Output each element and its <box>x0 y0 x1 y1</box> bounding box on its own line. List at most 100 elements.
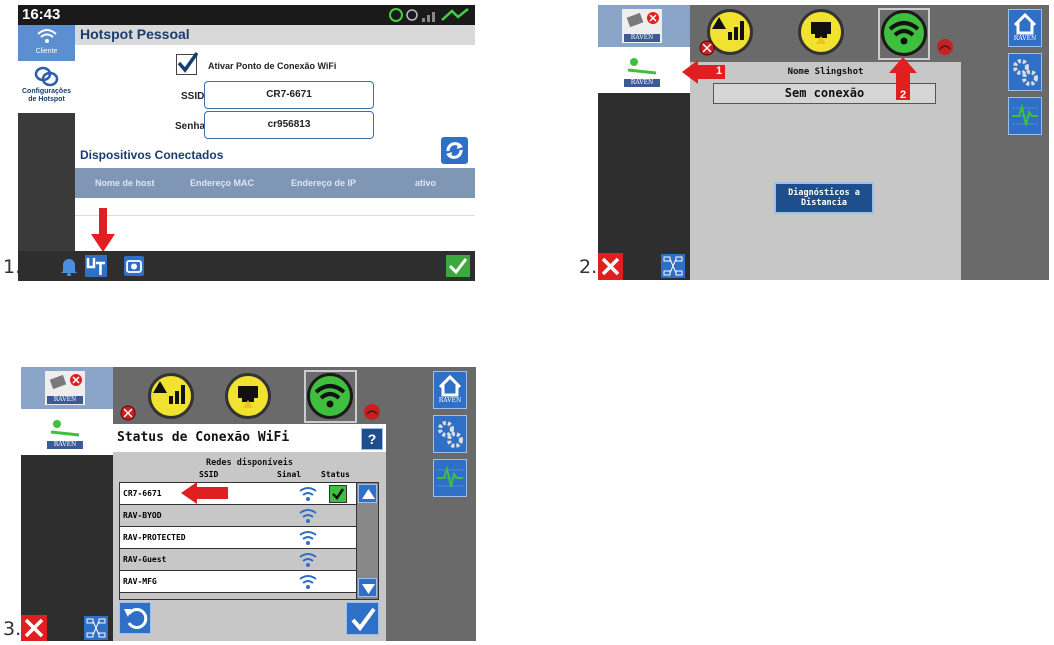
wifi-icon <box>37 29 57 43</box>
wifi-checkbox[interactable] <box>176 51 198 75</box>
link-icon <box>34 66 59 87</box>
network-row[interactable]: RAV-BYOD <box>120 505 356 527</box>
network-ssid: RAV-Guest <box>123 555 167 564</box>
network-map-button[interactable] <box>661 254 685 278</box>
close-icon <box>24 618 44 638</box>
home-button[interactable]: RAVEN <box>1008 9 1042 47</box>
cellular-warning-icon <box>712 17 744 40</box>
settings-button[interactable] <box>1008 53 1042 91</box>
satellite-icon <box>49 374 82 390</box>
raven-logo: RAVEN <box>47 396 83 404</box>
ethernet-status-button[interactable] <box>225 373 271 419</box>
connected-status-check <box>329 485 347 503</box>
status-bar: 16:43 <box>18 5 475 25</box>
password-label: Senha <box>175 121 206 132</box>
network-ssid: RAV-MFG <box>123 577 157 586</box>
cellular-warning-icon <box>153 381 185 404</box>
sidebar-item-diagnostics[interactable]: RAVEN <box>598 5 690 47</box>
raven-logo: RAVEN <box>47 441 83 449</box>
check-icon <box>177 51 198 73</box>
camera-icon <box>126 260 142 273</box>
sidebar-item-hotspot-config[interactable]: Configurações de Hotspot <box>18 61 75 113</box>
camera-button[interactable] <box>124 256 144 276</box>
scrollbar[interactable] <box>356 482 379 600</box>
column-header: Endereço de IP <box>291 178 357 188</box>
remote-diagnostics-button[interactable]: Diagnósticos a Distancia <box>774 182 874 214</box>
networks-list: CR7-6671 RAV-BYOD RAV-PROTECTED RAV-Gues… <box>119 482 357 600</box>
back-button[interactable] <box>119 602 151 634</box>
password-field[interactable]: cr956813 <box>204 111 374 139</box>
sidebar-item-slingshot[interactable]: RAVEN <box>598 47 690 93</box>
dialog: Status de Conexão WiFi ? Redes disponíve… <box>113 424 386 641</box>
home-icon <box>1013 12 1037 35</box>
connected-devices-title: Dispositivos Conectados <box>80 148 224 162</box>
network-row[interactable]: RAV-Guest <box>120 549 356 571</box>
undo-icon <box>124 608 148 629</box>
wifi-status-button[interactable] <box>881 10 927 56</box>
wifi-signal-icon <box>299 509 317 523</box>
close-icon <box>601 257 620 276</box>
page-title: Hotspot Pessoal <box>80 26 190 42</box>
universal-terminal-button[interactable] <box>85 255 107 277</box>
column-header: Status <box>321 470 350 479</box>
devices-table-header: Nome de host Endereço MAC Endereço de IP… <box>75 168 475 198</box>
wifi-signal-icon <box>299 531 317 545</box>
refresh-icon <box>446 142 463 159</box>
refresh-button[interactable] <box>441 137 468 164</box>
column-header: Nome de host <box>95 178 155 188</box>
wifi-signal-icon <box>299 487 317 501</box>
wifi-status-button[interactable] <box>307 373 353 419</box>
arrow-number-1: 1 <box>716 65 723 77</box>
diagnostics-graph-button[interactable] <box>433 459 467 497</box>
sidebar-item-label: Configurações de Hotspot <box>21 88 71 103</box>
hotspot-screen: 16:43 Cliente Configurações de Hotspot H… <box>18 5 475 281</box>
slingshot-name-label: Nome Slingshot <box>787 67 864 77</box>
confirm-button[interactable] <box>346 602 379 635</box>
ssid-field[interactable]: CR7-6671 <box>204 81 374 109</box>
no-signal-icon <box>364 404 380 420</box>
diagnostics-graph-button[interactable] <box>1008 97 1042 135</box>
arrow-number-2: 2 <box>900 89 907 101</box>
wifi-icon <box>888 21 920 45</box>
raven-logo: RAVEN <box>624 79 660 87</box>
network-row[interactable]: CR7-6671 <box>120 483 356 505</box>
bell-icon[interactable] <box>59 256 79 276</box>
settings-button[interactable] <box>433 415 467 453</box>
status-icons <box>389 8 469 22</box>
scroll-down-button[interactable] <box>358 578 377 597</box>
slingshot-screen: RAVEN RAVEN Nome Slingshot Sem conexão D <box>598 5 1049 280</box>
satellite-icon <box>626 12 659 28</box>
raven-logo: RAVEN <box>624 34 660 42</box>
clock: 16:43 <box>22 6 61 23</box>
divider <box>75 215 475 216</box>
disconnected-icon <box>699 40 715 56</box>
sidebar-item-client[interactable]: Cliente <box>18 25 75 61</box>
ssid-label: SSID <box>181 91 205 102</box>
step-label-2: 2. <box>579 256 598 278</box>
column-header: Sinal <box>277 470 302 479</box>
network-row[interactable]: RAV-MFG <box>120 571 356 593</box>
cancel-button[interactable] <box>21 615 47 641</box>
wifi-signal-icon <box>299 575 317 589</box>
red-arrow-left-icon <box>181 482 228 504</box>
home-icon <box>438 374 462 397</box>
diagnostics-tile: RAVEN <box>622 9 662 43</box>
home-button[interactable]: RAVEN <box>433 371 467 409</box>
scroll-up-button[interactable] <box>358 484 377 503</box>
bottom-bar <box>18 251 475 281</box>
ethernet-status-button[interactable] <box>798 9 844 55</box>
confirm-button[interactable] <box>446 255 470 277</box>
network-map-button[interactable] <box>84 616 108 640</box>
sidebar-item-diagnostics[interactable]: RAVEN <box>21 367 113 409</box>
sidebar-item-slingshot[interactable]: RAVEN <box>21 409 113 455</box>
help-button[interactable]: ? <box>361 428 383 450</box>
title-bar: Hotspot Pessoal <box>75 25 475 45</box>
cellular-status-button[interactable] <box>148 373 194 419</box>
column-header: ativo <box>415 178 437 188</box>
ut-icon <box>86 258 105 275</box>
gears-icon <box>1013 59 1038 86</box>
network-row[interactable]: RAV-PROTECTED <box>120 527 356 549</box>
no-signal-icon <box>937 39 953 55</box>
cancel-button[interactable] <box>598 253 623 280</box>
dialog-header: Status de Conexão WiFi ? <box>113 424 386 452</box>
